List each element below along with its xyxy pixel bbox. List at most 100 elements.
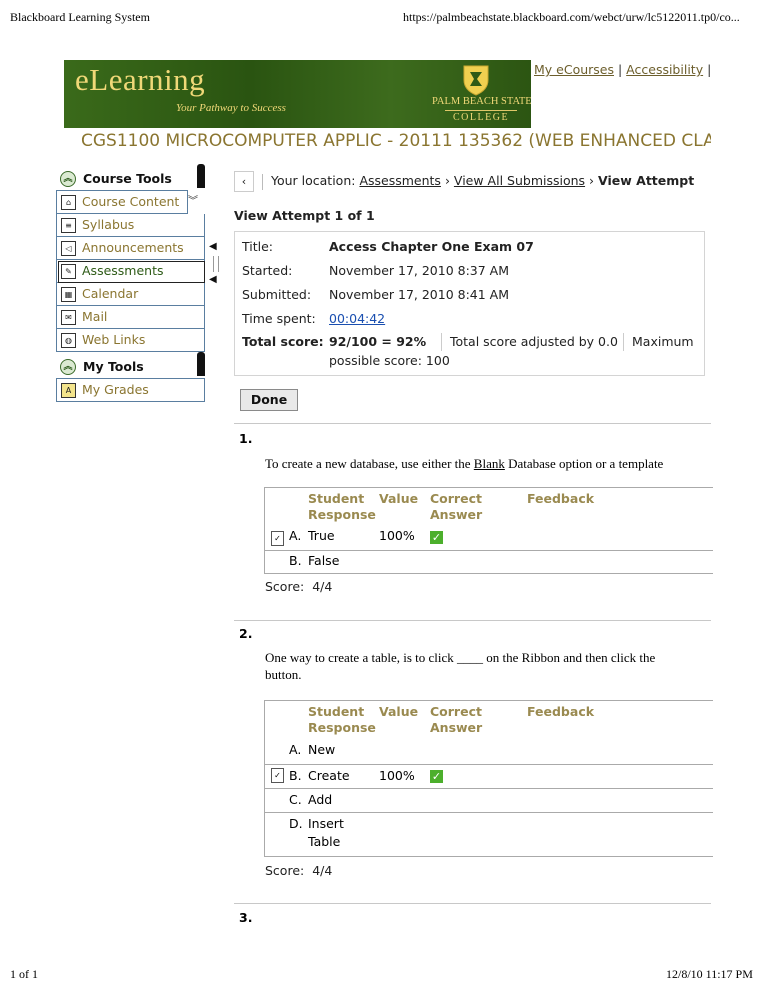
panel-tab	[197, 164, 205, 188]
selected-answer-icon: ✓	[271, 768, 284, 783]
sidebar-item-syllabus[interactable]: ≡ Syllabus	[56, 214, 205, 237]
started-value: November 17, 2010 8:37 AM	[329, 263, 510, 278]
score-adjusted: Total score adjusted by 0.0	[450, 334, 618, 349]
done-button[interactable]: Done	[240, 389, 298, 411]
sidebar-item-label: My Grades	[82, 382, 149, 397]
mail-icon: ✉	[61, 310, 76, 325]
time-spent-link[interactable]: 00:04:42	[329, 311, 385, 326]
question-number: 2.	[239, 626, 253, 641]
table-row: A. New	[289, 742, 336, 757]
sidebar-item-label: Assessments	[82, 263, 164, 278]
sidebar-item-label: Course Content	[82, 194, 180, 209]
submitted-value: November 17, 2010 8:41 AM	[329, 287, 510, 302]
sidebar-item-course-content[interactable]: ⌂ Course Content	[56, 190, 188, 214]
grades-icon: A	[61, 383, 76, 398]
col-student-response: Student Response	[308, 704, 376, 735]
total-score-label: Total score:	[242, 334, 324, 349]
question-text: To create a new database, use either the…	[265, 456, 664, 471]
breadcrumb-separator: ›	[589, 173, 595, 188]
breadcrumb-assessments-link[interactable]: Assessments	[359, 173, 441, 188]
table-row: ✓ A. True 100% ✓	[265, 528, 713, 550]
course-tools-header[interactable]: ︽ Course Tools	[56, 164, 205, 190]
breadcrumb-prefix: Your location:	[271, 173, 356, 188]
collapse-sidebar-icon-lower[interactable]: ◀	[209, 274, 217, 285]
started-label: Started:	[242, 263, 293, 278]
correct-check-icon: ✓	[430, 531, 443, 544]
home-icon: ⌂	[61, 195, 76, 210]
my-tools-heading: My Tools	[83, 359, 144, 374]
my-tools-header[interactable]: ︽ My Tools	[56, 352, 205, 378]
correct-check-icon: ✓	[430, 770, 443, 783]
print-header-url: https://palmbeachstate.blackboard.com/we…	[403, 10, 740, 24]
elearning-banner: eLearning Your Pathway to Success PALM B…	[64, 60, 531, 128]
sidebar-item-mail[interactable]: ✉ Mail	[56, 306, 205, 329]
course-title: CGS1100 MICROCOMPUTER APPLIC - 20111 135…	[81, 131, 711, 151]
course-tools-heading: Course Tools	[83, 171, 172, 186]
sidebar-item-label: Mail	[82, 309, 108, 324]
selected-answer-icon: ✓	[271, 531, 284, 546]
accessibility-link[interactable]: Accessibility	[626, 62, 703, 77]
sidebar-item-my-grades[interactable]: A My Grades	[56, 378, 205, 402]
college-shield-icon	[463, 65, 489, 96]
question-score: Score: 4/4	[265, 579, 333, 594]
banner-tagline: Your Pathway to Success	[176, 102, 286, 114]
sidebar-item-label: Announcements	[82, 240, 184, 255]
response-table: Student Response Value Correct Answer Feed…	[264, 700, 713, 857]
megaphone-icon: ◁	[61, 241, 76, 256]
top-links: My eCourses | Accessibility |	[534, 62, 711, 77]
possible-score: possible score: 100	[329, 353, 450, 368]
question-text-continued: button.	[265, 667, 302, 682]
my-ecourses-link[interactable]: My eCourses	[534, 62, 614, 77]
col-value: Value	[379, 491, 419, 506]
breadcrumb: ‹ Your location: Assessments › View All S…	[234, 171, 694, 192]
print-header-title: Blackboard Learning System	[10, 10, 150, 24]
attempt-summary: Title: Access Chapter One Exam 07 Starte…	[234, 231, 705, 376]
question-underlined-term: Blank	[473, 456, 505, 471]
sidebar-item-label: Web Links	[82, 332, 146, 347]
banner-title: eLearning	[75, 62, 206, 97]
globe-icon: ◍	[61, 333, 76, 348]
maximum-label: Maximum	[632, 334, 694, 349]
title-label: Title:	[242, 239, 273, 254]
back-icon[interactable]: ‹	[234, 171, 254, 192]
breadcrumb-separator: ›	[444, 173, 450, 188]
total-score-value: 92/100 = 92%	[329, 334, 427, 349]
submitted-label: Submitted:	[242, 287, 312, 302]
chevron-down-icon[interactable]: ︾	[188, 192, 198, 207]
collapse-icon[interactable]: ︽	[60, 171, 76, 187]
breadcrumb-submissions-link[interactable]: View All Submissions	[454, 173, 585, 188]
collapse-icon[interactable]: ︽	[60, 359, 76, 375]
print-footer-page: 1 of 1	[10, 967, 38, 981]
my-tools-panel: ︽ My Tools A My Grades	[56, 352, 205, 402]
sidebar-item-label: Calendar	[82, 286, 139, 301]
question-score: Score: 4/4	[265, 863, 333, 878]
col-feedback: Feedback	[527, 704, 595, 719]
question-number: 3.	[239, 910, 253, 925]
sidebar-item-announcements[interactable]: ◁ Announcements	[56, 237, 205, 260]
col-student-response: Student Response	[308, 491, 376, 522]
question-text: One way to create a table, is to click _…	[265, 650, 656, 665]
table-row: D. Insert Table	[265, 812, 713, 856]
table-row: ✓ B. Create 100% ✓	[265, 764, 713, 789]
syllabus-icon: ≡	[61, 218, 76, 233]
print-footer-date: 12/8/10 11:17 PM	[666, 967, 753, 981]
college-name: PALM BEACH STATE	[432, 96, 531, 107]
panel-tab	[197, 352, 205, 376]
sidebar-item-calendar[interactable]: ▦ Calendar	[56, 283, 205, 306]
sidebar-resize-handle[interactable]	[213, 256, 219, 272]
title-value: Access Chapter One Exam 07	[329, 239, 534, 254]
col-feedback: Feedback	[527, 491, 595, 506]
col-value: Value	[379, 704, 419, 719]
assessment-icon: ✎	[61, 264, 76, 279]
collapse-sidebar-icon[interactable]: ◀	[209, 241, 217, 252]
top-links-separator: |	[614, 62, 627, 77]
col-correct-answer: Correct Answer	[430, 704, 483, 735]
page-title: View Attempt 1 of 1	[234, 208, 375, 223]
question-number: 1.	[239, 431, 253, 446]
sidebar-item-assessments[interactable]: ✎ Assessments	[56, 260, 205, 283]
time-spent-label: Time spent:	[242, 311, 316, 326]
sidebar-item-web-links[interactable]: ◍ Web Links	[56, 329, 205, 352]
top-links-trailing: |	[703, 62, 712, 77]
course-tools-panel: ︽ Course Tools ⌂ Course Content ≡ Syllab…	[56, 164, 205, 352]
calendar-icon: ▦	[61, 287, 76, 302]
